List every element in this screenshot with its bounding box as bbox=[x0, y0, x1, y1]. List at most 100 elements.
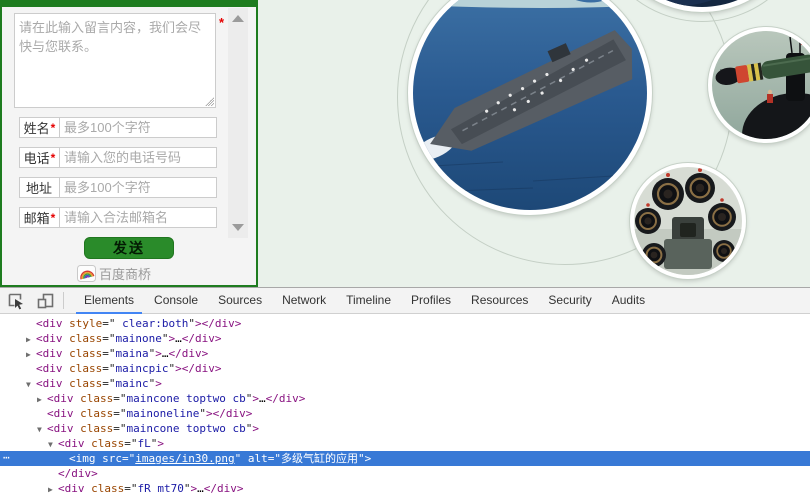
code-token: > bbox=[91, 467, 98, 480]
tab-network[interactable]: Network bbox=[274, 288, 334, 314]
form-scrollbar[interactable] bbox=[228, 8, 248, 238]
code-token: maincone toptwo cb bbox=[127, 422, 246, 435]
code-token: =" bbox=[102, 362, 115, 375]
dom-tree-row[interactable]: </div> bbox=[0, 466, 810, 481]
dom-tree: <div style=" clear:both"></div>▶<div cla… bbox=[0, 314, 810, 498]
inspect-element-icon[interactable] bbox=[3, 289, 29, 313]
dom-tree-row[interactable]: ▶<div class="maina">…</div> bbox=[0, 346, 810, 361]
code-token: src bbox=[102, 452, 122, 465]
code-token: =" bbox=[102, 377, 115, 390]
code-token: > bbox=[235, 317, 242, 330]
code-token: > bbox=[252, 422, 259, 435]
code-token: style bbox=[69, 317, 102, 330]
phone-field-row: 电话* bbox=[19, 147, 217, 168]
code-token: > bbox=[237, 482, 244, 495]
expand-arrow-closed-icon[interactable]: ▶ bbox=[26, 332, 36, 347]
name-input[interactable] bbox=[60, 118, 216, 137]
code-token: " bbox=[188, 317, 195, 330]
code-token: div bbox=[182, 347, 202, 360]
scroll-up-arrow[interactable] bbox=[232, 15, 244, 22]
code-token: class bbox=[80, 392, 113, 405]
dom-tree-row[interactable]: <div class="maincpic"></div> bbox=[0, 361, 810, 376]
code-token: > bbox=[252, 392, 259, 405]
phone-input[interactable] bbox=[60, 148, 216, 167]
tab-audits[interactable]: Audits bbox=[604, 288, 653, 314]
dom-tree-row-selected[interactable]: ⋯<img src="images/in30.png" alt="多级气缸的应用… bbox=[0, 451, 810, 466]
submarine-image bbox=[712, 31, 810, 139]
expand-arrow-closed-icon[interactable]: ▶ bbox=[37, 392, 47, 407]
tab-sources[interactable]: Sources bbox=[210, 288, 270, 314]
code-token: < bbox=[47, 392, 54, 405]
tab-profiles[interactable]: Profiles bbox=[403, 288, 459, 314]
email-input[interactable] bbox=[60, 208, 216, 227]
code-token: maina bbox=[116, 347, 149, 360]
tab-resources[interactable]: Resources bbox=[463, 288, 536, 314]
tab-security[interactable]: Security bbox=[540, 288, 599, 314]
baidu-shangqiao-branding[interactable]: 百度商桥 bbox=[2, 264, 226, 283]
scroll-down-arrow[interactable] bbox=[232, 224, 244, 231]
code-token: ></ bbox=[175, 362, 195, 375]
code-token: div bbox=[43, 377, 63, 390]
dom-tree-row[interactable]: ▶<div class="fR mt70">…</div> bbox=[0, 481, 810, 496]
code-token: div bbox=[195, 332, 215, 345]
tab-elements[interactable]: Elements bbox=[76, 288, 142, 314]
page-content-area: * 姓名* 电话* 地址 邮箱* 发送 bbox=[0, 0, 810, 287]
code-token: img bbox=[76, 452, 96, 465]
message-required-mark: * bbox=[219, 15, 224, 30]
dom-tree-row[interactable]: ▼<div class="fL"> bbox=[0, 436, 810, 451]
dom-tree-row[interactable]: ▶<div class="maincone toptwo cb">…</div> bbox=[0, 391, 810, 406]
code-token: maincpic bbox=[116, 362, 169, 375]
code-token: div bbox=[215, 317, 235, 330]
tab-console[interactable]: Console bbox=[146, 288, 206, 314]
dom-tree-row[interactable]: ▼<div class="maincone toptwo cb"> bbox=[0, 421, 810, 436]
code-token: < bbox=[36, 332, 43, 345]
expand-arrow-open-icon[interactable]: ▼ bbox=[37, 422, 47, 437]
expand-arrow-closed-icon[interactable]: ▶ bbox=[26, 347, 36, 362]
expand-arrow-open-icon[interactable]: ▼ bbox=[48, 437, 58, 452]
code-token: < bbox=[47, 422, 54, 435]
code-token: class bbox=[69, 377, 102, 390]
expand-arrow-closed-icon[interactable]: ▶ bbox=[48, 482, 58, 497]
code-token: div bbox=[43, 347, 63, 360]
dom-tree-row[interactable]: <div style=" clear:both"></div> bbox=[0, 316, 810, 331]
code-token: =" bbox=[124, 482, 137, 495]
code-token: < bbox=[47, 407, 54, 420]
code-token: … bbox=[259, 392, 266, 405]
code-token: =" bbox=[102, 347, 115, 360]
code-token: class bbox=[91, 437, 124, 450]
code-token: </ bbox=[169, 347, 182, 360]
devtools-toolbar: Elements Console Sources Network Timelin… bbox=[0, 287, 810, 314]
send-button[interactable]: 发送 bbox=[84, 237, 174, 259]
expand-arrow-open-icon[interactable]: ▼ bbox=[26, 377, 36, 392]
code-token: div bbox=[71, 467, 91, 480]
dom-tree-row[interactable]: ▶<div class="mainone">…</div> bbox=[0, 331, 810, 346]
code-token: " bbox=[199, 407, 206, 420]
code-token: div bbox=[279, 392, 299, 405]
code-token: div bbox=[43, 332, 63, 345]
code-token: 多级气缸的应用 bbox=[281, 452, 358, 465]
dom-tree-row[interactable]: ▼<div class="mainc"> bbox=[0, 376, 810, 391]
row-more-actions-icon[interactable]: ⋯ bbox=[3, 450, 10, 465]
code-token: < bbox=[58, 482, 65, 495]
address-input[interactable] bbox=[60, 178, 216, 197]
code-token: =" bbox=[113, 392, 126, 405]
code-token: " bbox=[358, 452, 365, 465]
phone-label: 电话* bbox=[20, 148, 60, 167]
code-token: > bbox=[215, 332, 222, 345]
resize-grip[interactable] bbox=[205, 97, 214, 106]
message-input[interactable] bbox=[14, 13, 216, 108]
code-token: =" bbox=[122, 452, 135, 465]
code-token: images/in30.png bbox=[135, 452, 234, 465]
code-token: alt bbox=[248, 452, 268, 465]
code-token: … bbox=[197, 482, 204, 495]
code-token: div bbox=[43, 362, 63, 375]
device-toolbar-icon[interactable] bbox=[32, 289, 58, 313]
code-token: < bbox=[36, 317, 43, 330]
tab-timeline[interactable]: Timeline bbox=[338, 288, 399, 314]
code-token: > bbox=[215, 362, 222, 375]
code-token bbox=[241, 452, 248, 465]
code-token: div bbox=[65, 482, 85, 495]
devtools-panel: Elements Console Sources Network Timelin… bbox=[0, 287, 810, 498]
code-token: ></ bbox=[206, 407, 226, 420]
dom-tree-row[interactable]: <div class="mainoneline"></div> bbox=[0, 406, 810, 421]
